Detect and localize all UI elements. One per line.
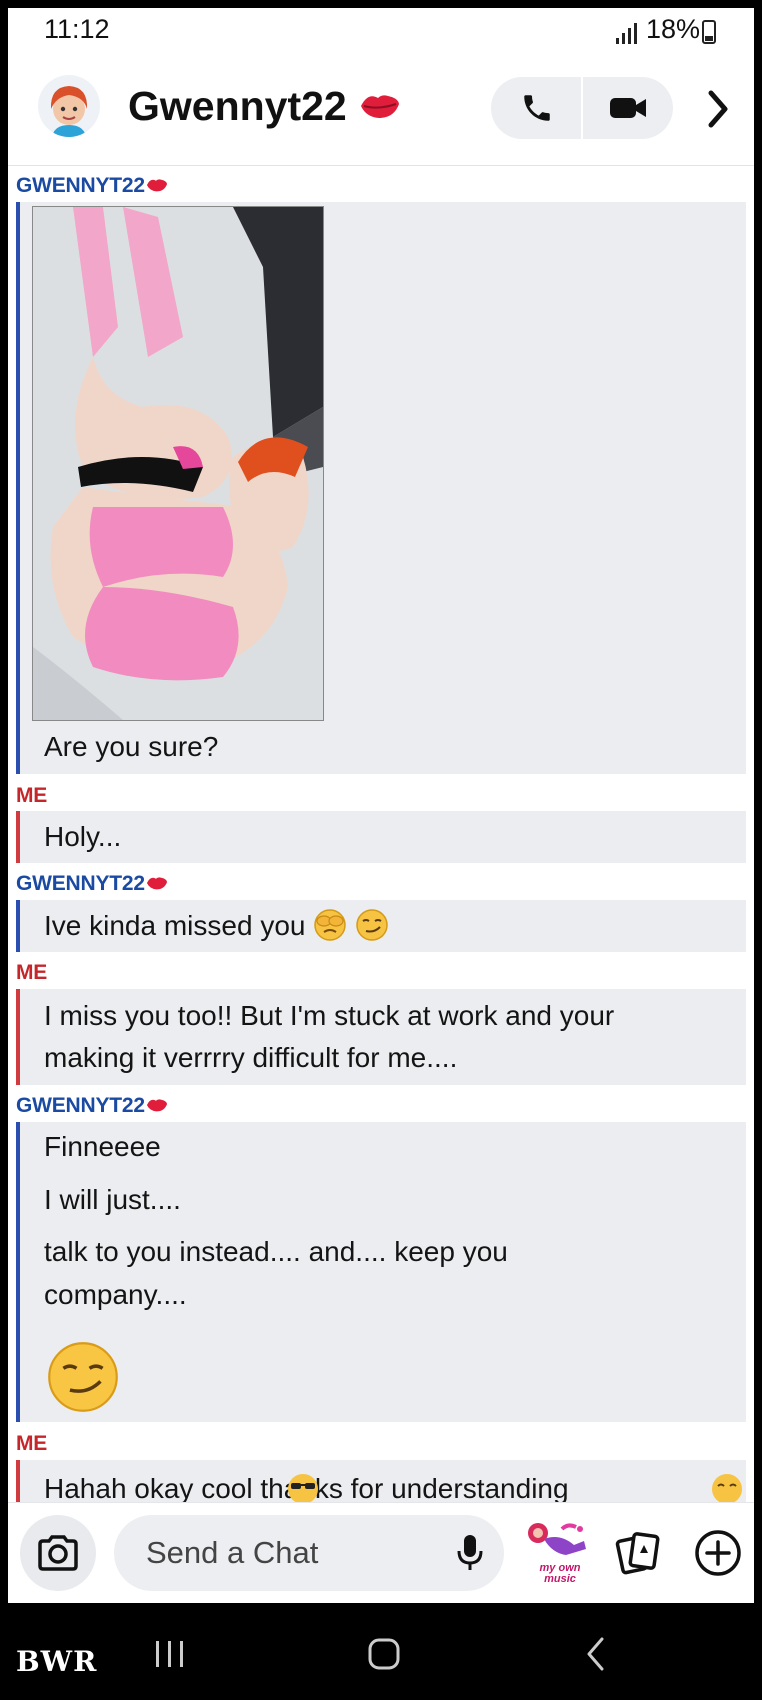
smirk-emoji bbox=[48, 1342, 118, 1412]
home-icon bbox=[368, 1638, 400, 1670]
chat-title[interactable]: Gwennyt22 bbox=[128, 83, 402, 133]
message-text: company.... bbox=[44, 1279, 187, 1310]
sender-label: ME bbox=[16, 961, 48, 984]
kiss-lips-icon bbox=[146, 877, 167, 890]
status-bar: 11:12 18% bbox=[8, 8, 754, 58]
message-text: Holy... bbox=[44, 821, 122, 852]
plus-icon bbox=[695, 1530, 741, 1576]
message-text: Finneeee bbox=[44, 1131, 161, 1162]
battery-percent: 18% bbox=[646, 14, 701, 44]
message-bubble: Are you sure? bbox=[16, 202, 746, 774]
message-text: Are you sure? bbox=[44, 731, 219, 762]
message-bubble: Holy... bbox=[16, 811, 746, 863]
signal-icon bbox=[616, 22, 640, 44]
sender-label: ME bbox=[16, 784, 48, 807]
message-text: making it verrrry difficult for me.... bbox=[44, 1042, 458, 1073]
microphone-button[interactable] bbox=[450, 1529, 490, 1577]
message-bubble: I miss you too!! But I'm stuck at work a… bbox=[16, 989, 746, 1085]
plus-button[interactable] bbox=[690, 1525, 746, 1581]
avatar[interactable] bbox=[38, 75, 100, 137]
video-call-button[interactable] bbox=[582, 77, 673, 139]
back-button[interactable] bbox=[566, 1627, 626, 1681]
video-icon bbox=[609, 98, 646, 118]
sender-label: GWENNYT22 bbox=[16, 174, 169, 198]
bitmoji-button[interactable]: my own music bbox=[522, 1515, 594, 1591]
message-text: Ive kinda missed you bbox=[44, 905, 389, 947]
chat-composer: my own music bbox=[8, 1502, 754, 1603]
cards-button[interactable] bbox=[610, 1525, 666, 1581]
back-icon bbox=[587, 1637, 604, 1671]
voice-call-button[interactable] bbox=[491, 77, 582, 139]
grin-emoji bbox=[712, 1474, 742, 1502]
camera-button[interactable] bbox=[20, 1515, 96, 1591]
chat-header: Gwennyt22 bbox=[8, 63, 754, 166]
phone-icon bbox=[523, 95, 550, 121]
home-button[interactable] bbox=[354, 1627, 414, 1681]
chevron-right-icon bbox=[708, 90, 728, 128]
call-button-group bbox=[491, 77, 673, 139]
message-text: talk to you instead.... and.... keep you bbox=[44, 1236, 508, 1267]
more-button[interactable] bbox=[698, 81, 738, 137]
recents-icon bbox=[156, 1641, 183, 1667]
kiss-lips-icon bbox=[358, 86, 402, 133]
chat-input[interactable] bbox=[114, 1515, 504, 1591]
system-nav-bar: BWR bbox=[0, 1603, 762, 1700]
chat-messages[interactable]: GWENNYT22 Are you sure? ME Holy... GWENN… bbox=[8, 166, 754, 1502]
status-time: 11:12 bbox=[44, 14, 110, 44]
kiss-lips-icon bbox=[146, 1099, 167, 1112]
message-bubble: Finneeee I will just.... talk to you ins… bbox=[16, 1122, 746, 1422]
battery-icon bbox=[702, 20, 716, 44]
sender-label: ME bbox=[16, 1432, 48, 1455]
message-text: I miss you too!! But I'm stuck at work a… bbox=[44, 1000, 615, 1031]
sender-label: GWENNYT22 bbox=[16, 872, 169, 896]
recents-button[interactable] bbox=[140, 1627, 200, 1681]
photo-attachment[interactable] bbox=[32, 206, 324, 721]
message-bubble: Hahah okay cool thanks for understanding bbox=[16, 1460, 746, 1502]
bitmoji-label: my own music bbox=[539, 1562, 581, 1585]
message-text: I will just.... bbox=[44, 1184, 181, 1215]
cards-icon bbox=[615, 1532, 660, 1575]
camera-icon bbox=[38, 1535, 78, 1571]
kiss-lips-icon bbox=[146, 179, 167, 192]
watermark: BWR bbox=[16, 1645, 98, 1678]
sunglasses-emoji bbox=[288, 1474, 318, 1502]
see-no-evil-monkey-emoji bbox=[314, 909, 346, 941]
message-bubble: Ive kinda missed you bbox=[16, 900, 746, 952]
phone-screen: 11:12 18% Gwennyt22 GWENNYT22 Are you su… bbox=[8, 8, 754, 1603]
smirk-emoji bbox=[356, 909, 388, 941]
microphone-icon bbox=[457, 1535, 483, 1570]
bitmoji-icon bbox=[528, 1523, 586, 1555]
chat-title-text: Gwennyt22 bbox=[128, 83, 347, 129]
sender-label: GWENNYT22 bbox=[16, 1094, 169, 1118]
